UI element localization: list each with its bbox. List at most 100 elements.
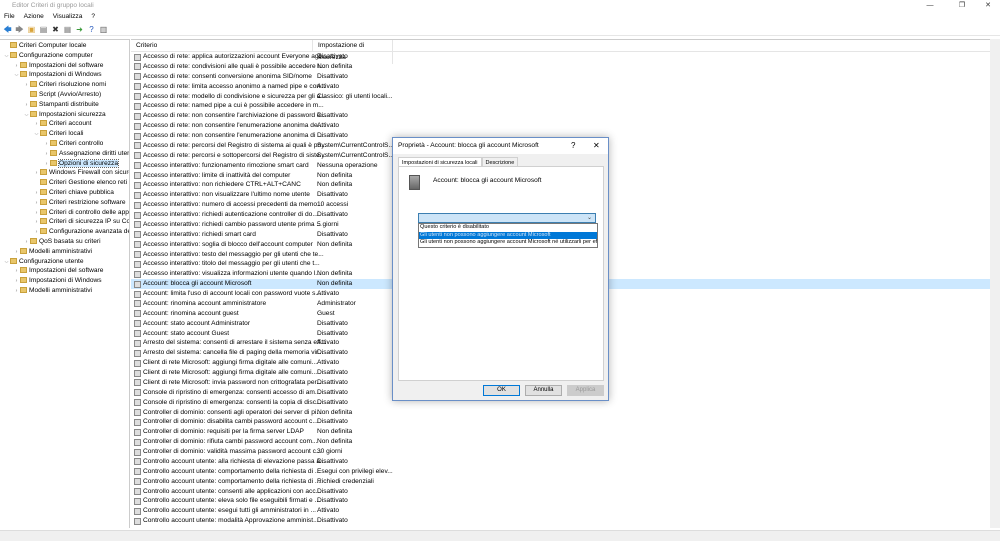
tree-item[interactable]: › Stampanti distribuite — [0, 100, 129, 110]
policy-name: Controllo account utente: comportamento … — [143, 467, 321, 475]
tree-item[interactable]: › Opzioni di sicurezza — [0, 158, 129, 169]
help-button[interactable]: ? — [571, 138, 575, 154]
tree-item[interactable]: › QoS basata su criteri — [0, 237, 129, 247]
table-row[interactable]: Controller di dominio: disabilita cambi … — [131, 417, 990, 427]
table-row[interactable]: Controllo account utente: alla richiesta… — [131, 457, 990, 467]
vertical-scrollbar[interactable] — [990, 39, 1000, 528]
view-icon[interactable]: ▥ — [99, 25, 108, 34]
dropdown-option[interactable]: Gli utenti non possono aggiungere accoun… — [419, 239, 597, 247]
tree-item-label: Criteri Computer locale — [19, 42, 87, 49]
tree-item[interactable]: › Modelli amministrativi — [0, 247, 129, 257]
table-row[interactable]: Controllo account utente: consenti alle … — [131, 487, 990, 497]
up-folder-icon[interactable]: ▣ — [27, 25, 36, 34]
table-row[interactable]: Accesso di rete: modello di condivisione… — [131, 92, 990, 102]
table-row[interactable]: Controllo account utente: eleva solo fil… — [131, 496, 990, 506]
help-icon[interactable]: ? — [87, 25, 96, 34]
policy-icon — [134, 53, 141, 61]
table-row[interactable]: Accesso di rete: non consentire l'archiv… — [131, 111, 990, 121]
table-row[interactable]: Accesso di rete: limita accesso anonimo … — [131, 82, 990, 92]
ok-button[interactable]: OK — [483, 385, 520, 396]
back-icon[interactable]: 🡄 — [3, 25, 12, 34]
table-row[interactable]: Accesso di rete: non consentire l'enumer… — [131, 121, 990, 131]
table-row[interactable]: Accesso di rete: consenti conversione an… — [131, 72, 990, 82]
table-row[interactable]: Controller di dominio: validità massima … — [131, 447, 990, 457]
tree-item[interactable]: › Impostazioni del software — [0, 266, 129, 276]
tree-item-label: Configurazione avanzata dei criteri di c… — [49, 228, 129, 236]
tree-item[interactable]: Criteri Gestione elenco reti — [0, 178, 129, 188]
policy-icon — [134, 270, 141, 278]
policy-setting: Non definita — [317, 438, 353, 446]
policy-name: Accesso interattivo: funzionamento rimoz… — [143, 161, 309, 169]
cancel-button[interactable]: Annulla — [525, 385, 562, 396]
show-tree-icon[interactable]: ▤ — [39, 25, 48, 34]
export-icon[interactable]: ➜ — [75, 25, 84, 34]
tree-item[interactable]: ›Windows Firewall con sicurezza avanzata — [0, 168, 129, 178]
menu-item-2[interactable]: Visualizza — [53, 13, 83, 20]
menu-item-1[interactable]: Azione — [24, 13, 44, 20]
tree-item[interactable]: › Criteri restrizione software — [0, 198, 129, 208]
policy-icon — [134, 231, 141, 239]
chevron-right-icon[interactable]: › — [13, 287, 20, 297]
tree-item-label: Configurazione computer — [19, 51, 93, 59]
tree-item[interactable]: ⌵ Impostazioni sicurezza — [0, 110, 129, 120]
tree-item[interactable]: › Criteri chiave pubblica — [0, 188, 129, 198]
policy-name: Accesso interattivo: richiedi smart card — [143, 230, 256, 238]
dropdown-option[interactable]: Questo criterio è disabilitato — [419, 224, 597, 232]
menu-item-0[interactable]: File — [4, 13, 15, 20]
table-row[interactable]: Controller di dominio: rifiuta cambi pas… — [131, 437, 990, 447]
policy-setting-dropdown[interactable]: ⌄ — [418, 213, 596, 223]
tree-item[interactable]: ›Criteri di sicurezza IP su Computer loc… — [0, 217, 129, 227]
policy-icon — [134, 290, 141, 298]
tree-item[interactable]: ⌵ Impostazioni di Windows — [0, 70, 129, 80]
tree-item[interactable]: › Impostazioni di Windows — [0, 276, 129, 286]
policy-name: Accesso interattivo: numero di accessi p… — [143, 201, 323, 209]
tree-item[interactable]: ⌵ Configurazione computer — [0, 51, 129, 61]
table-row[interactable]: Accesso di rete: condivisioni alle quali… — [131, 62, 990, 72]
tree-item[interactable]: Script (Avvio/Arresto) — [0, 90, 129, 100]
menu-item-3[interactable]: ? — [91, 13, 95, 20]
policy-name: Accesso interattivo: richiedi cambio pas… — [143, 220, 322, 228]
policy-setting: Disattivato — [317, 211, 348, 218]
tree-item[interactable]: ⌵ Criteri locali — [0, 129, 129, 139]
policy-icon — [134, 112, 141, 120]
table-row[interactable]: Controllo account utente: modalità Appro… — [131, 516, 990, 526]
policy-icon — [134, 63, 141, 71]
tree-item[interactable]: › Criteri controllo — [0, 139, 129, 149]
column-header-criterio[interactable]: Criterio — [131, 40, 313, 52]
policy-name: Client di rete Microsoft: aggiungi firma… — [143, 359, 318, 367]
policy-name: Accesso di rete: non consentire l'enumer… — [143, 132, 323, 139]
table-row[interactable]: Controllo account utente: comportamento … — [131, 467, 990, 477]
folder-icon — [50, 139, 57, 146]
properties-icon[interactable]: ▦ — [63, 25, 72, 34]
table-row[interactable]: Accesso di rete: named pipe a cui è poss… — [131, 101, 990, 111]
close-button[interactable]: ✕ — [978, 0, 998, 12]
policy-name: Controllo account utente: esegui tutti g… — [143, 507, 316, 515]
policy-setting: Disattivato — [317, 191, 348, 199]
policy-icon — [134, 221, 141, 229]
tree-item[interactable]: › Assegnazione diritti utente — [0, 149, 129, 159]
folder-icon — [20, 277, 27, 284]
tree-item[interactable]: ⌵ Configurazione utente — [0, 257, 129, 267]
table-row[interactable]: Accesso di rete: applica autorizzazioni … — [131, 52, 990, 62]
delete-icon[interactable]: ✖ — [51, 25, 60, 34]
apply-button[interactable]: Applica — [567, 385, 604, 396]
tree-item[interactable]: › Modelli amministrativi — [0, 286, 129, 296]
tree-item[interactable]: Criteri Computer locale — [0, 41, 129, 51]
tree-item[interactable]: › Impostazioni del software — [0, 61, 129, 71]
forward-icon[interactable]: 🡆 — [15, 25, 24, 34]
table-row[interactable]: Controllo account utente: comportamento … — [131, 477, 990, 487]
tree-item[interactable]: › Criteri account — [0, 119, 129, 129]
maximize-button[interactable]: ❐ — [952, 0, 972, 12]
policy-icon — [134, 320, 141, 328]
table-row[interactable]: Controllo account utente: esegui tutti g… — [131, 506, 990, 516]
dialog-close-button[interactable]: ✕ — [593, 138, 600, 154]
dialog-title-bar: Proprietà - Account: blocca gli account … — [393, 138, 608, 154]
dropdown-option[interactable]: Gli utenti non possono aggiungere accoun… — [419, 231, 597, 239]
tree-item[interactable]: ›Criteri di controllo delle applicazioni — [0, 208, 129, 218]
table-row[interactable]: Controller di dominio: consenti agli ope… — [131, 408, 990, 418]
table-row[interactable]: Controller di dominio: requisiti per la … — [131, 427, 990, 437]
tree-item[interactable]: › Criteri risoluzione nomi — [0, 80, 129, 90]
tree-item[interactable]: ›Configurazione avanzata dei criteri di … — [0, 227, 129, 237]
minimize-button[interactable]: — — [920, 0, 940, 12]
policy-setting: Non definita — [317, 270, 353, 278]
